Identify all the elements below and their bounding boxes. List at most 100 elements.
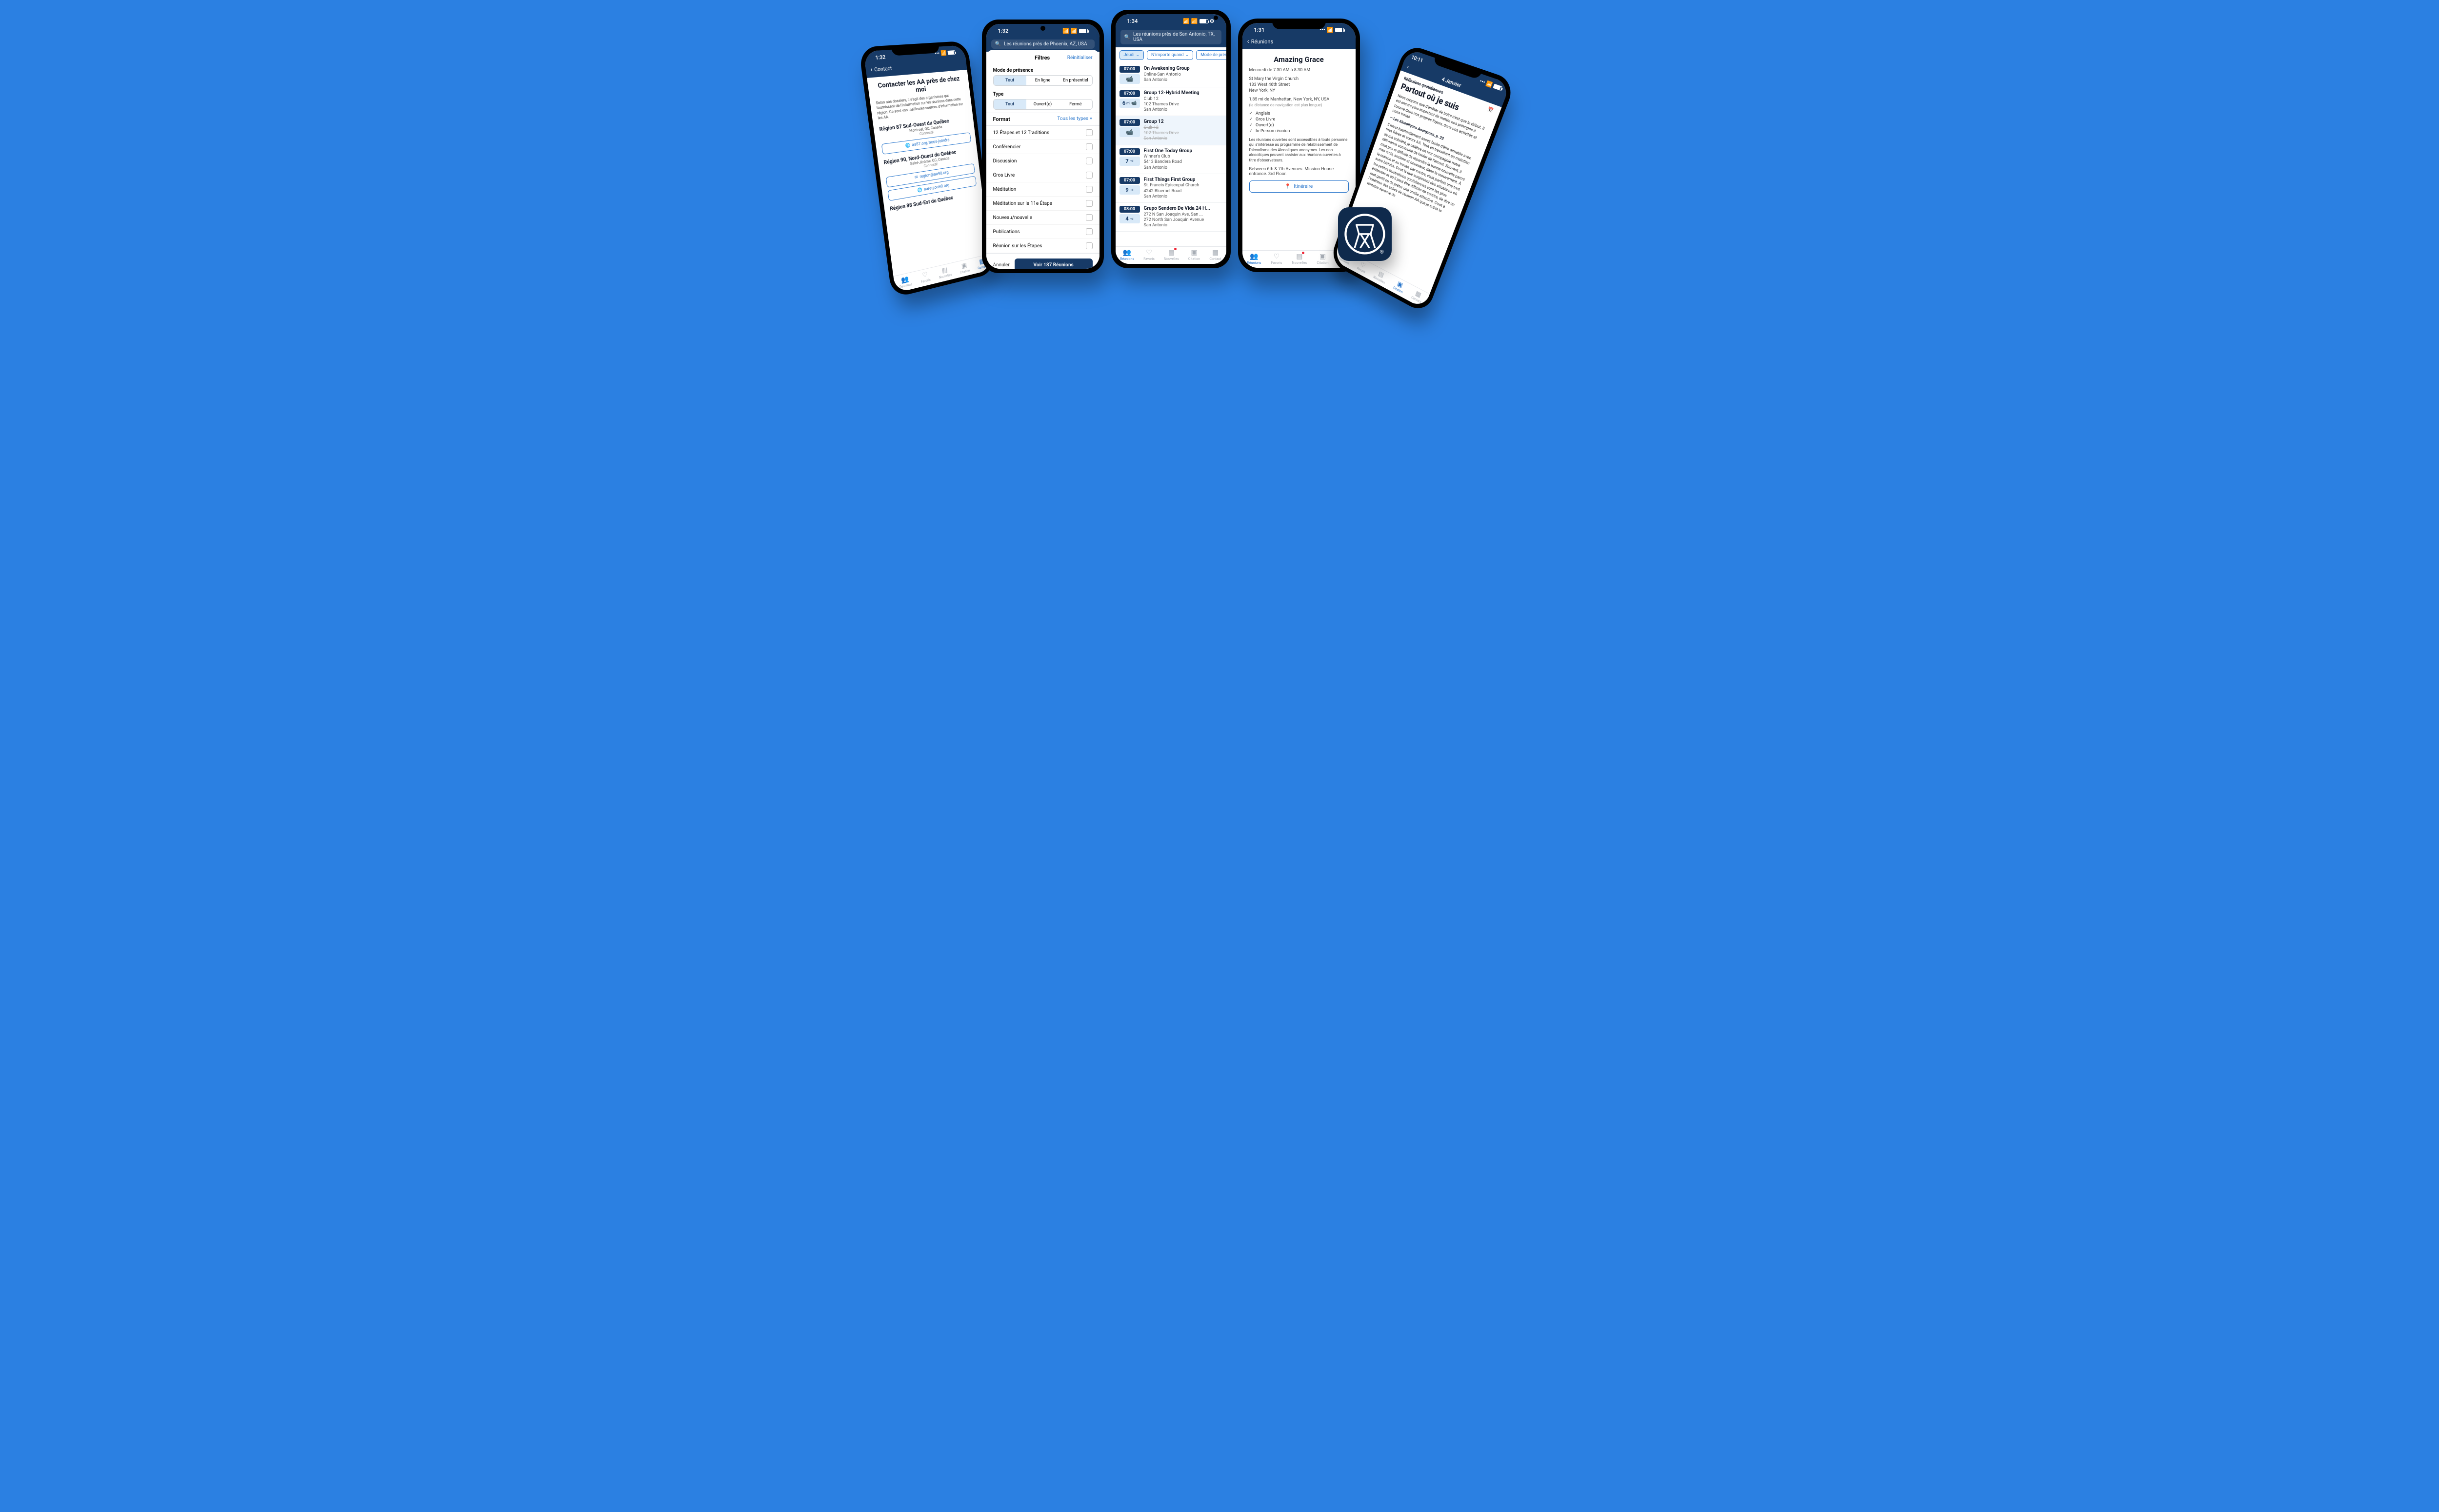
tab-favoris[interactable]: ♡Favoris [1356,259,1368,274]
format-item[interactable]: Nouveau/nouvelle [986,211,1100,225]
time-badge: 07:00 [1120,148,1140,155]
book-icon: ▣ [1319,253,1326,260]
search-icon: 🔍 [995,41,1001,47]
tab-contact[interactable]: ▦Contact [1209,249,1221,261]
tab-contact[interactable]: ▦Contact [1410,288,1424,304]
status-time: 1:32 [998,28,1009,34]
seg-type-ferme[interactable]: Fermé [1059,99,1092,109]
seg-type-tout[interactable]: Tout [994,99,1026,109]
location-detail: Between 6th & 7th Avenues. Mission House… [1249,167,1349,177]
meeting-name: Grupo Sendero De Vida 24 H... [1144,206,1222,212]
svg-text:®: ® [1379,248,1383,255]
tab-favoris[interactable]: ♡Favoris [1271,253,1282,265]
tab-citation[interactable]: ▣Citation [1393,279,1406,295]
book-icon: ▣ [961,261,967,270]
meeting-row[interactable]: 07:00 📹 Group 12 Club 12 102 Thames Driv… [1116,116,1226,145]
chip-day[interactable]: Jeudi⌄ [1120,50,1144,60]
meeting-row[interactable]: 07:00 6mi 📹 Group 12-Hybrid Meeting Club… [1116,87,1226,116]
presence-label: Mode de présence [993,68,1093,73]
route-button[interactable]: 📍 Itinéraire [1249,180,1349,193]
meeting-row[interactable]: 07:00 7mi First One Today Group Winner's… [1116,145,1226,174]
checkbox[interactable] [1086,200,1093,207]
format-label: 12 Étapes et 12 Traditions [993,130,1050,136]
meeting-title: Amazing Grace [1249,55,1349,64]
tab-nouvelles[interactable]: ▤Nouvelles [1292,253,1307,265]
search-input[interactable]: 🔍 Les réunions près de San Antonio, TX, … [1120,30,1221,44]
tab-reunions[interactable]: 👥Réunions [1120,249,1134,261]
seg-enligne[interactable]: En ligne [1026,76,1059,85]
tab-nouvelles[interactable]: ▤Nouvelles [1373,268,1388,285]
checkbox[interactable] [1086,172,1093,179]
checkbox[interactable] [1086,242,1093,249]
status-time: 10:11 [1410,54,1423,63]
meeting-row[interactable]: 07:00 📹 On Awakening Group Online-San An… [1116,63,1226,87]
format-item[interactable]: Discussion [986,154,1100,168]
distance-text: 1,85 mi de Manhattan, New York, NY, USA [1249,97,1349,102]
type-segment: Tout Ouvert(e) Fermé [993,99,1093,110]
news-icon: ▤ [1296,253,1302,260]
checkbox[interactable] [1086,186,1093,193]
reset-button[interactable]: Réinitialiser [1067,55,1093,60]
tab-citation[interactable]: ▣Citation [1317,253,1328,265]
meeting-line: San Antonio [1144,78,1222,83]
chevron-down-icon: ⌄ [1136,53,1140,58]
tab-citation[interactable]: ▣Citation [959,261,970,275]
format-item[interactable]: Réunion sur les Étapes [986,239,1100,253]
format-label: Conférencier [993,144,1021,150]
tab-citation[interactable]: ▣Citation [1188,249,1200,261]
tab-nouvelles[interactable]: ▤Nouvelles [1164,249,1179,261]
all-types-toggle[interactable]: Tous les types ˄ [1057,116,1092,122]
seg-type-ouvert[interactable]: Ouvert(e) [1026,99,1059,109]
tag-item: In-Person réunion [1249,129,1349,134]
checkbox[interactable] [1086,158,1093,164]
checkbox[interactable] [1086,214,1093,221]
checkbox[interactable] [1086,228,1093,235]
prev-day-button[interactable]: ‹ [1406,63,1409,70]
meeting-row[interactable]: 08:00 4mi Grupo Sendero De Vida 24 H... … [1116,203,1226,232]
checkbox[interactable] [1086,129,1093,136]
format-label: Gros Livre [993,173,1015,178]
back-label: Réunions [1251,39,1273,45]
format-item[interactable]: Conférencier [986,140,1100,154]
format-item[interactable]: Publications [986,225,1100,239]
meeting-line: Winner's Club [1144,154,1222,159]
meeting-name: On Awakening Group [1144,66,1222,72]
format-label: Méditation [993,187,1017,192]
seg-tout[interactable]: Tout [994,76,1026,85]
distance-badge: 7mi [1120,157,1140,166]
tab-reunions[interactable]: 👥Réunions [898,275,912,289]
tab-favoris[interactable]: ♡Favoris [920,270,931,284]
cancel-button[interactable]: Annuler [993,262,1010,268]
chip-presence[interactable]: Mode de présenc [1196,50,1226,60]
heart-icon: ♡ [1146,249,1152,257]
back-button[interactable]: ‹ Réunions [1247,37,1351,46]
tab-nouvelles[interactable]: ▤Nouvelles [938,265,952,279]
format-item[interactable]: 12 Étapes et 12 Traditions [986,126,1100,140]
meeting-line: 4242 Bluemel Road [1144,189,1222,194]
meeting-when: Mercredi de 7:30 AM à 8:30 AM [1249,68,1349,73]
chevron-up-icon: ˄ [1090,116,1093,121]
chip-time[interactable]: N'importe quand⌄ [1147,50,1193,60]
camera-icon: 📹 [1126,76,1133,82]
format-item[interactable]: Méditation sur la 11e Étape [986,197,1100,211]
distance-badge: 4mi [1120,214,1140,223]
tab-reunions[interactable]: 👥Réunions [1247,253,1261,265]
tag-item: Ouvert(e) [1249,123,1349,128]
format-item[interactable]: Gros Livre [986,168,1100,182]
seg-presentiel[interactable]: En présentiel [1059,76,1092,85]
people-icon: 👥 [1123,249,1131,257]
meeting-line: San Antonio [1144,136,1222,141]
apply-button[interactable]: Voir 187 Réunions [1015,259,1093,269]
format-item[interactable]: Méditation [986,182,1100,197]
tab-favoris[interactable]: ♡Favoris [1143,249,1155,261]
tags-list: AnglaisGros LivreOuvert(e)In-Person réun… [1249,111,1349,134]
chevron-left-icon: ‹ [870,66,873,74]
chevron-down-icon: ⌄ [1185,53,1189,58]
meeting-name: Group 12-Hybrid Meeting [1144,90,1222,97]
search-input[interactable]: 🔍 Les réunions près de Phoenix, AZ, USA [991,40,1095,49]
folding-chair-icon: ® [1344,213,1386,255]
meeting-list[interactable]: 07:00 📹 On Awakening Group Online-San An… [1116,63,1226,246]
checkbox[interactable] [1086,143,1093,150]
meeting-row[interactable]: 07:00 9mi First Things First Group St. F… [1116,174,1226,203]
distance-badge: 9mi [1120,185,1140,195]
